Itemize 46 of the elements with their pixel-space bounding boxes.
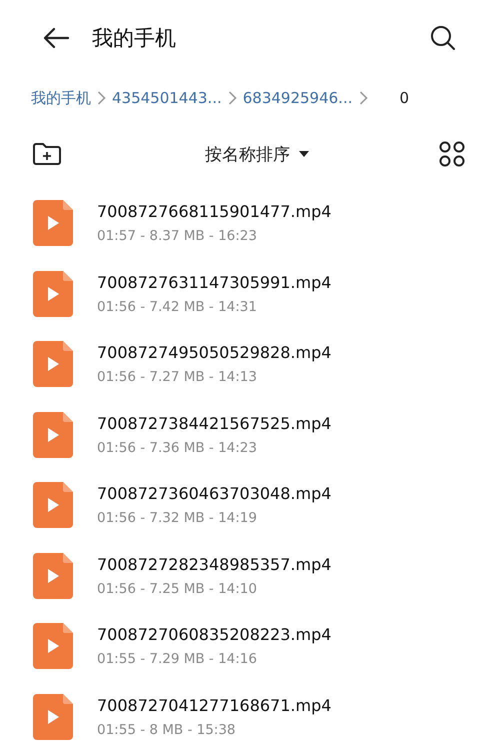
file-details: 01:56 - 7.27 MB - 14:13 <box>97 369 258 386</box>
file-name: 7008727384421567525.mp4 <box>97 414 332 433</box>
video-file-icon <box>33 552 73 599</box>
breadcrumb-link[interactable]: 0 <box>400 89 410 107</box>
chevron-right-icon <box>228 90 237 106</box>
video-file-icon <box>33 412 73 458</box>
file-details: 01:57 - 8.37 MB - 16:23 <box>97 228 258 244</box>
file-row[interactable]: 7008727060835208223.mp4 01:55 - 7.29 MB - 14:16 <box>0 611 482 682</box>
search-icon[interactable] <box>430 25 456 51</box>
file-row[interactable]: 7008727041277168671.mp4 01:55 - 8 MB - 15:38 <box>0 682 482 752</box>
video-file-icon <box>33 482 73 528</box>
video-file-icon <box>33 270 73 317</box>
file-name: 7008727041277168671.mp4 <box>97 696 332 715</box>
page-title: 我的手机 <box>92 25 177 52</box>
new-folder-icon[interactable] <box>32 142 62 166</box>
chevron-right-icon <box>97 90 106 106</box>
file-row[interactable]: 7008727360463703048.mp4 01:56 - 7.32 MB - 14:19 <box>0 470 482 540</box>
caret-icon <box>298 150 310 158</box>
file-row[interactable]: 7008727631147305991.mp4 01:56 - 7.42 MB - 14:31 <box>0 258 482 329</box>
file-row[interactable]: 7008727668115901477.mp4 01:57 - 8.37 MB - 16:23 <box>0 188 482 258</box>
video-file-icon <box>33 623 73 670</box>
file-details: 01:56 - 7.36 MB - 14:23 <box>97 440 258 456</box>
file-row[interactable]: 7008727384421567525.mp4 01:56 - 7.36 MB - 14:23 <box>0 400 482 470</box>
file-name: 7008727360463703048.mp4 <box>97 484 332 504</box>
video-file-icon <box>33 341 73 388</box>
file-name: 7008727631147305991.mp4 <box>97 272 332 292</box>
file-row[interactable]: 7008727282348985357.mp4 01:56 - 7.25 MB - 14:10 <box>0 540 482 611</box>
video-file-icon <box>33 694 73 740</box>
file-name: 7008727668115901477.mp4 <box>97 202 332 222</box>
file-name: 7008727495050529828.mp4 <box>97 343 332 362</box>
file-name: 7008727282348985357.mp4 <box>97 554 332 574</box>
breadcrumb-link[interactable]: 4354501443... <box>112 89 222 107</box>
file-details: 01:56 - 7.25 MB - 14:10 <box>97 580 258 597</box>
file-name: 7008727060835208223.mp4 <box>97 625 332 644</box>
file-details: 01:56 - 7.42 MB - 14:31 <box>97 298 258 315</box>
grid-view-icon[interactable] <box>439 141 465 167</box>
file-row[interactable]: 7008727495050529828.mp4 01:56 - 7.27 MB - 14:13 <box>0 329 482 400</box>
breadcrumb-link[interactable]: 6834925946... <box>242 89 352 107</box>
sort-dropdown[interactable]: 按名称排序 <box>205 142 310 166</box>
file-details: 01:55 - 7.29 MB - 14:16 <box>97 651 258 668</box>
file-details: 01:55 - 8 MB - 15:38 <box>97 722 237 738</box>
breadcrumb-link[interactable]: 我的手机 <box>31 88 91 108</box>
video-file-icon <box>33 200 73 246</box>
chevron-right-icon <box>358 90 368 106</box>
file-details: 01:56 - 7.32 MB - 14:19 <box>97 510 258 526</box>
back-arrow-icon[interactable] <box>42 27 70 49</box>
